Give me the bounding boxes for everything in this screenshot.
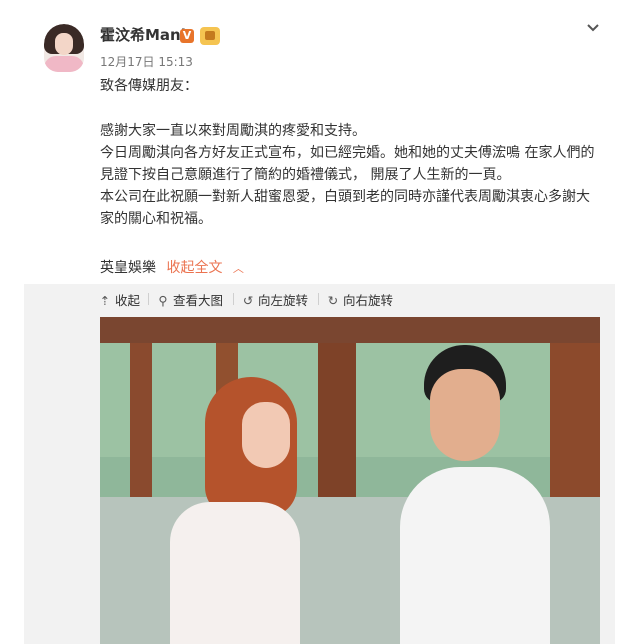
photo-woman-dress <box>170 502 300 644</box>
fan-badge-icon[interactable] <box>200 27 220 45</box>
chevron-up-icon[interactable]: ︿ <box>233 262 244 275</box>
avatar-shoulders <box>44 56 84 72</box>
toolbar-label: 向左旋转 <box>258 293 309 308</box>
rotate-left-icon: ↺ <box>242 293 254 308</box>
toolbar-divider <box>148 293 149 305</box>
post-line: 家的關心和祝福。 <box>100 211 212 227</box>
avatar[interactable] <box>44 24 84 72</box>
chevron-down-icon[interactable] <box>585 20 601 36</box>
toolbar-divider <box>318 293 319 305</box>
post-line: 感謝大家一直以來對周勵淇的疼愛和支持。 <box>100 123 366 139</box>
verified-badge-icon: V <box>180 29 194 43</box>
post-line: 見證下按自己意願進行了簡約的婚禮儀式， 開展了人生新的一頁。 <box>100 167 511 183</box>
toolbar-label: 收起 <box>115 293 141 308</box>
magnifier-icon: ⚲ <box>158 293 168 308</box>
post-greeting: 致各傳媒朋友： <box>100 78 198 94</box>
post-line: 今日周勵淇向各方好友正式宣布，如已經完婚。她和她的丈夫傅浤鳴 在家人們的 <box>100 145 595 161</box>
view-large-button[interactable]: ⚲ 查看大图 <box>156 290 223 309</box>
post-photo[interactable] <box>100 317 600 644</box>
rotate-right-icon: ↻ <box>327 293 339 308</box>
toolbar-label: 向右旋转 <box>343 293 394 308</box>
photo-man-shirt <box>400 467 550 644</box>
toolbar-label: 查看大图 <box>173 293 224 308</box>
photo-woman-face <box>242 402 290 468</box>
source-label: 英皇娛樂 <box>100 260 156 276</box>
rotate-right-button[interactable]: ↻ 向右旋转 <box>326 290 393 309</box>
post-footer: 英皇娛樂 收起全文 ︿ <box>100 257 244 277</box>
weibo-post-card: 霍汶希Mani V 12月17日 15:13 致各傳媒朋友： 感謝大家一直以來對… <box>0 0 639 644</box>
collapse-text-link[interactable]: 收起全文 <box>166 260 222 276</box>
post-line: 本公司在此祝願一對新人甜蜜恩愛，白頭到老的同時亦謹代表周勵淇衷心多謝大 <box>100 189 590 205</box>
collapse-image-button[interactable]: ⇡ 收起 <box>98 290 140 309</box>
collapse-up-icon: ⇡ <box>99 293 111 308</box>
photo-beam <box>100 317 600 343</box>
toolbar-divider <box>233 293 234 305</box>
photo-man-face <box>430 369 500 461</box>
post-timestamp[interactable]: 12月17日 15:13 <box>100 53 193 70</box>
username[interactable]: 霍汶希Mani <box>100 24 186 45</box>
avatar-face <box>55 33 73 55</box>
rotate-left-button[interactable]: ↺ 向左旋转 <box>241 290 308 309</box>
